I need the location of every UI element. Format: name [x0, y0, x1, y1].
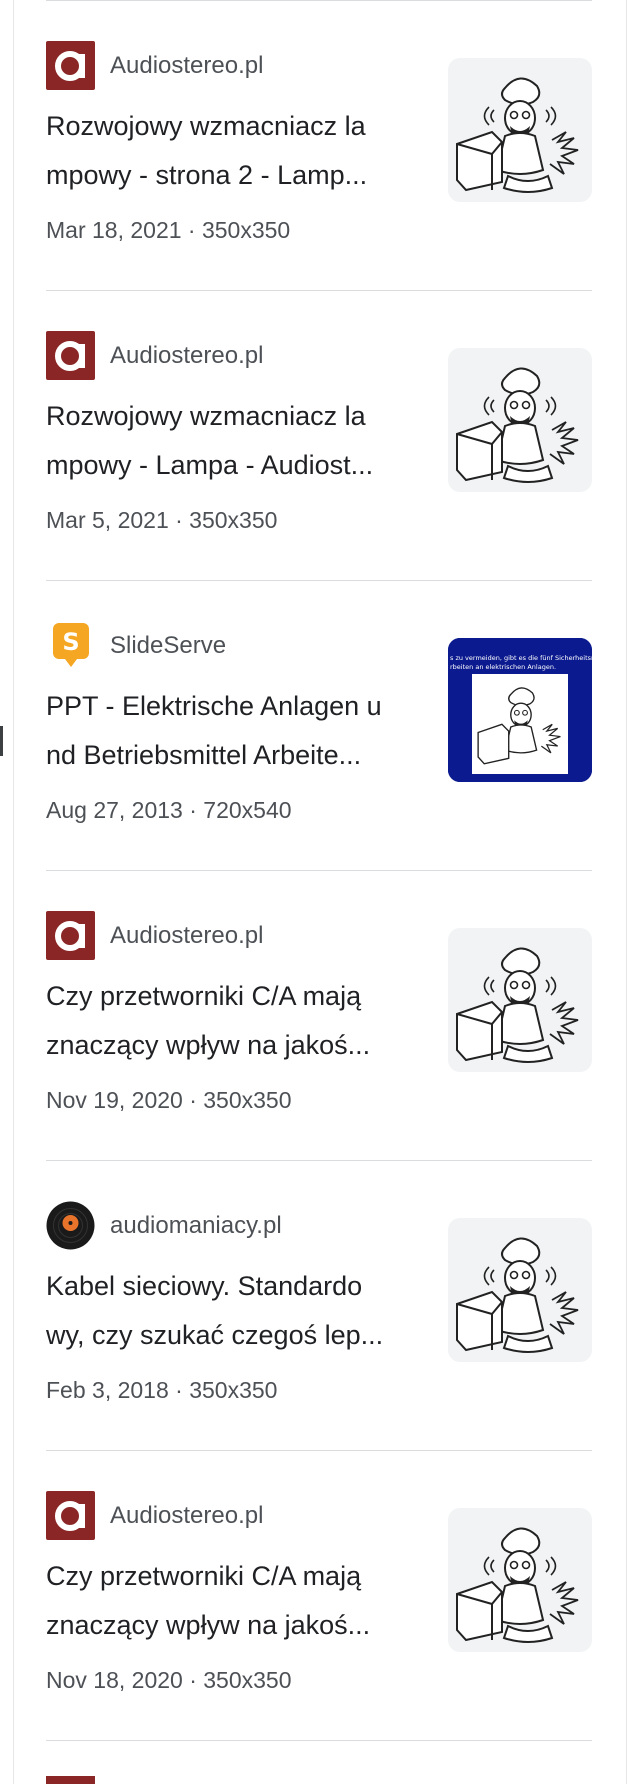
result-title-line: znaczący wpływ na jakoś...	[46, 1030, 371, 1060]
result-thumbnail[interactable]	[448, 928, 592, 1072]
result-thumbnail[interactable]	[448, 348, 592, 492]
result-card[interactable]: audiomaniacy.pl Kabel sieciowy. Standard…	[46, 1161, 592, 1451]
result-source[interactable]: Audiostereo.pl	[46, 41, 263, 90]
slide-text-line: s zu vermeiden, gibt es die fünf Sicherh…	[450, 654, 592, 662]
result-meta: Nov 18, 2020 · 350x350	[46, 1667, 292, 1693]
result-title-line: mpowy - Lampa - Audiost...	[46, 450, 374, 480]
result-title[interactable]: Czy przetworniki C/A mają znaczący wpływ…	[46, 972, 411, 1070]
result-meta: Mar 5, 2021 · 350x350	[46, 507, 278, 533]
slide-text-line: rbeiten an elektrischen Anlagen.	[450, 663, 556, 671]
source-name: Audiostereo.pl	[110, 51, 264, 79]
result-thumbnail[interactable]: s zu vermeiden, gibt es die fünf Sicherh…	[448, 638, 592, 782]
result-title-line: znaczący wpływ na jakoś...	[46, 1610, 371, 1640]
result-title-line: Rozwojowy wzmacniacz la	[46, 401, 366, 431]
result-meta: Feb 3, 2018 · 350x350	[46, 1377, 278, 1403]
electrician-cartoon-icon	[456, 77, 579, 193]
audiostereo-logo-icon	[46, 911, 95, 960]
result-source[interactable]: Audiostereo.pl	[46, 911, 263, 960]
slideserve-logo-icon: S	[46, 621, 95, 670]
result-meta: Aug 27, 2013 · 720x540	[46, 797, 292, 823]
result-card[interactable]: S SlideServe PPT - Elektrische Anlagen u…	[46, 581, 592, 871]
result-meta: Nov 19, 2020 · 350x350	[46, 1087, 292, 1113]
audiostereo-logo-icon	[46, 1776, 95, 1784]
result-title-line: Kabel sieciowy. Standardo	[46, 1271, 363, 1301]
slide-preview-icon: s zu vermeiden, gibt es die fünf Sicherh…	[448, 638, 592, 782]
result-title-line: PPT - Elektrische Anlagen u	[46, 691, 382, 721]
result-title[interactable]: Rozwojowy wzmacniacz la mpowy - strona 2…	[46, 102, 411, 200]
source-name: Audiostereo.pl	[110, 921, 264, 949]
result-source[interactable]: Audiostereo.pl	[46, 331, 263, 380]
result-title[interactable]: Czy przetworniki C/A mają znaczący wpływ…	[46, 1552, 411, 1650]
image-results-list: Audiostereo.pl Rozwojowy wzmacniacz la m…	[46, 1, 592, 1741]
electrician-cartoon-icon	[456, 947, 579, 1063]
source-name: Audiostereo.pl	[110, 341, 264, 369]
result-title-line: mpowy - strona 2 - Lamp...	[46, 160, 368, 190]
result-source[interactable]: S SlideServe	[46, 621, 226, 670]
result-card[interactable]: Audiostereo.pl Czy przetworniki C/A mają…	[46, 1451, 592, 1741]
result-thumbnail[interactable]	[448, 58, 592, 202]
audiostereo-logo-icon	[46, 331, 95, 380]
result-title[interactable]: Rozwojowy wzmacniacz la mpowy - Lampa - …	[46, 392, 411, 490]
result-title-line: Rozwojowy wzmacniacz la	[46, 111, 366, 141]
audiostereo-logo-icon	[46, 41, 95, 90]
result-meta: Mar 18, 2021 · 350x350	[46, 217, 291, 243]
result-thumbnail[interactable]	[448, 1218, 592, 1362]
source-name: Audiostereo.pl	[110, 1501, 264, 1529]
result-thumbnail[interactable]	[448, 1508, 592, 1652]
svg-text:S: S	[62, 628, 79, 656]
result-title-line: Czy przetworniki C/A mają	[46, 1561, 362, 1591]
result-card[interactable]: Audiostereo.pl Rozwojowy wzmacniacz la m…	[46, 1, 592, 291]
source-name: audiomaniacy.pl	[110, 1211, 282, 1239]
result-title-line: nd Betriebsmittel Arbeite...	[46, 740, 362, 770]
vinyl-disc-icon	[46, 1201, 95, 1250]
electrician-cartoon-icon	[456, 1237, 579, 1353]
result-card[interactable]: Audiostereo.pl Rozwojowy wzmacniacz la m…	[46, 291, 592, 581]
result-title-line: wy, czy szukać czegoś lep...	[46, 1320, 384, 1350]
electrician-cartoon-icon	[456, 1527, 579, 1643]
scroll-edge-marker	[0, 726, 3, 756]
result-title-line: Czy przetworniki C/A mają	[46, 981, 362, 1011]
result-title[interactable]: Kabel sieciowy. Standardo wy, czy szukać…	[46, 1262, 411, 1360]
result-card[interactable]: Audiostereo.pl Czy przetworniki C/A mają…	[46, 871, 592, 1161]
result-source[interactable]: Audiostereo.pl	[46, 1491, 263, 1540]
source-name: SlideServe	[110, 631, 227, 659]
electrician-cartoon-icon	[456, 367, 579, 483]
result-source[interactable]: audiomaniacy.pl	[46, 1201, 282, 1250]
result-title[interactable]: PPT - Elektrische Anlagen u nd Betriebsm…	[46, 682, 411, 780]
audiostereo-logo-icon	[46, 1491, 95, 1540]
